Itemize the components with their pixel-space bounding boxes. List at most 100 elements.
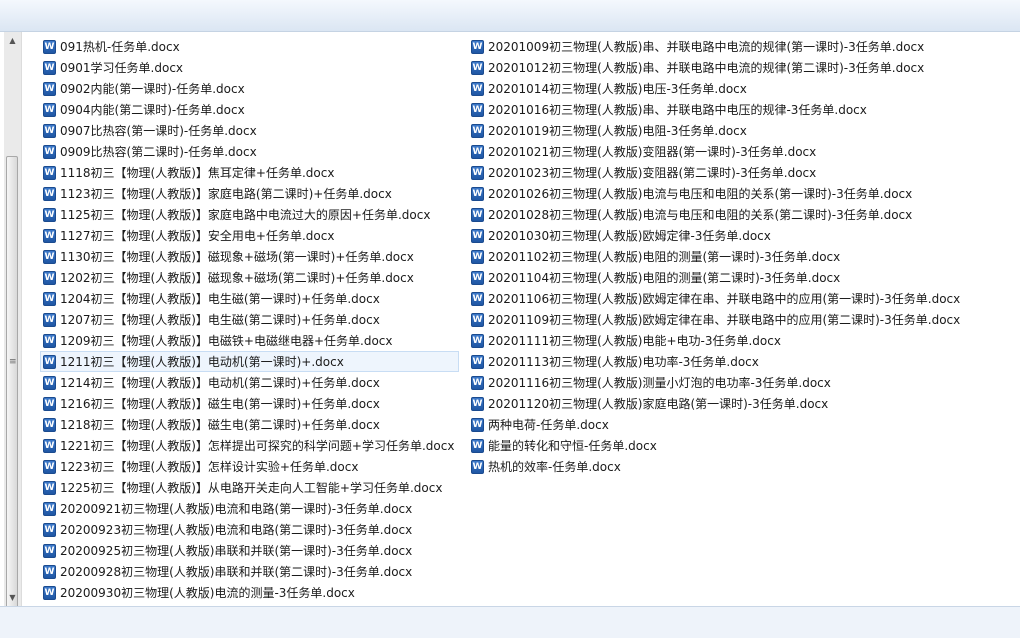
- file-item[interactable]: W 20201111初三物理(人教版)电能+电功-3任务单.docx: [468, 330, 965, 351]
- file-item[interactable]: W 1130初三【物理(人教版)】磁现象+磁场(第一课时)+任务单.docx: [40, 246, 459, 267]
- file-item[interactable]: W 能量的转化和守恒-任务单.docx: [468, 435, 965, 456]
- file-item[interactable]: W 1207初三【物理(人教版)】电生磁(第二课时)+任务单.docx: [40, 309, 459, 330]
- file-item[interactable]: W 091热机-任务单.docx: [40, 36, 459, 57]
- word-document-icon: W: [471, 312, 484, 327]
- file-name: 0904内能(第二课时)-任务单.docx: [60, 103, 245, 117]
- file-item[interactable]: W 20201028初三物理(人教版)电流与电压和电阻的关系(第二课时)-3任务单…: [468, 204, 965, 225]
- file-name: 1221初三【物理(人教版)】怎样提出可探究的科学问题+学习任务单.docx: [60, 439, 455, 453]
- file-item[interactable]: W 20200925初三物理(人教版)串联和并联(第一课时)-3任务单.docx: [40, 540, 459, 561]
- word-document-icon: W: [471, 123, 484, 138]
- file-item[interactable]: W 20201021初三物理(人教版)变阻器(第一课时)-3任务单.docx: [468, 141, 965, 162]
- word-document-icon: W: [43, 522, 56, 537]
- file-item[interactable]: W 1123初三【物理(人教版)】家庭电路(第二课时)+任务单.docx: [40, 183, 459, 204]
- vertical-scrollbar[interactable]: ▲ ≡ ▼: [4, 32, 22, 616]
- scroll-up-icon[interactable]: ▲: [4, 32, 21, 49]
- file-name: 0901学习任务单.docx: [60, 61, 184, 75]
- file-name: 20201109初三物理(人教版)欧姆定律在串、并联电路中的应用(第二课时)-3…: [488, 313, 961, 327]
- file-item[interactable]: W 1216初三【物理(人教版)】磁生电(第一课时)+任务单.docx: [40, 393, 459, 414]
- file-name: 1202初三【物理(人教版)】磁现象+磁场(第二课时)+任务单.docx: [60, 271, 414, 285]
- file-item[interactable]: W 0902内能(第一课时)-任务单.docx: [40, 78, 459, 99]
- word-document-icon: W: [43, 60, 56, 75]
- word-document-icon: W: [43, 312, 56, 327]
- file-item[interactable]: W 1204初三【物理(人教版)】电生磁(第一课时)+任务单.docx: [40, 288, 459, 309]
- file-name: 0909比热容(第二课时)-任务单.docx: [60, 145, 257, 159]
- file-item[interactable]: W 20200923初三物理(人教版)电流和电路(第二课时)-3任务单.docx: [40, 519, 459, 540]
- file-item[interactable]: W 0904内能(第二课时)-任务单.docx: [40, 99, 459, 120]
- file-item[interactable]: W 20201102初三物理(人教版)电阻的测量(第一课时)-3任务单.docx: [468, 246, 965, 267]
- file-item[interactable]: W 0901学习任务单.docx: [40, 57, 459, 78]
- file-item[interactable]: W 20201030初三物理(人教版)欧姆定律-3任务单.docx: [468, 225, 965, 246]
- file-item[interactable]: W 20201014初三物理(人教版)电压-3任务单.docx: [468, 78, 965, 99]
- file-item[interactable]: W 两种电荷-任务单.docx: [468, 414, 965, 435]
- file-item[interactable]: W 1202初三【物理(人教版)】磁现象+磁场(第二课时)+任务单.docx: [40, 267, 459, 288]
- file-name: 20201026初三物理(人教版)电流与电压和电阻的关系(第一课时)-3任务单.…: [488, 187, 913, 201]
- scroll-down-icon[interactable]: ▼: [4, 589, 21, 606]
- file-name: 两种电荷-任务单.docx: [488, 418, 609, 432]
- word-document-icon: W: [43, 354, 56, 369]
- file-item[interactable]: W 20201109初三物理(人教版)欧姆定律在串、并联电路中的应用(第二课时)-…: [468, 309, 965, 330]
- file-item[interactable]: W 1225初三【物理(人教版)】从电路开关走向人工智能+学习任务单.docx: [40, 477, 459, 498]
- file-name: 1209初三【物理(人教版)】电磁铁+电磁继电器+任务单.docx: [60, 334, 393, 348]
- file-item[interactable]: W 1118初三【物理(人教版)】焦耳定律+任务单.docx: [40, 162, 459, 183]
- scrollbar-thumb[interactable]: ≡: [6, 156, 18, 616]
- file-name: 1123初三【物理(人教版)】家庭电路(第二课时)+任务单.docx: [60, 187, 392, 201]
- file-name: 20200921初三物理(人教版)电流和电路(第一课时)-3任务单.docx: [60, 502, 413, 516]
- word-document-icon: W: [43, 417, 56, 432]
- word-document-icon: W: [43, 459, 56, 474]
- file-name: 20200930初三物理(人教版)电流的测量-3任务单.docx: [60, 586, 355, 600]
- word-document-icon: W: [471, 165, 484, 180]
- file-name: 1218初三【物理(人教版)】磁生电(第二课时)+任务单.docx: [60, 418, 380, 432]
- file-item[interactable]: W 20201009初三物理(人教版)串、并联电路中电流的规律(第一课时)-3任务…: [468, 36, 965, 57]
- file-name: 1204初三【物理(人教版)】电生磁(第一课时)+任务单.docx: [60, 292, 380, 306]
- word-document-icon: W: [43, 186, 56, 201]
- file-name: 1207初三【物理(人教版)】电生磁(第二课时)+任务单.docx: [60, 313, 380, 327]
- word-document-icon: W: [43, 501, 56, 516]
- file-item[interactable]: W 1223初三【物理(人教版)】怎样设计实验+任务单.docx: [40, 456, 459, 477]
- word-document-icon: W: [471, 81, 484, 96]
- file-item[interactable]: W 1221初三【物理(人教版)】怎样提出可探究的科学问题+学习任务单.docx: [40, 435, 459, 456]
- word-document-icon: W: [43, 123, 56, 138]
- file-item[interactable]: W 0907比热容(第一课时)-任务单.docx: [40, 120, 459, 141]
- file-item[interactable]: W 20200930初三物理(人教版)电流的测量-3任务单.docx: [40, 582, 459, 603]
- file-name: 1211初三【物理(人教版)】电动机(第一课时)+.docx: [60, 355, 344, 369]
- file-item[interactable]: W 20201019初三物理(人教版)电阻-3任务单.docx: [468, 120, 965, 141]
- file-item[interactable]: W 20201023初三物理(人教版)变阻器(第二课时)-3任务单.docx: [468, 162, 965, 183]
- word-document-icon: W: [471, 228, 484, 243]
- file-name: 20201111初三物理(人教版)电能+电功-3任务单.docx: [488, 334, 781, 348]
- file-item[interactable]: W 20201016初三物理(人教版)串、并联电路中电压的规律-3任务单.docx: [468, 99, 965, 120]
- word-document-icon: W: [43, 228, 56, 243]
- file-item[interactable]: W 20201104初三物理(人教版)电阻的测量(第二课时)-3任务单.docx: [468, 267, 965, 288]
- word-document-icon: W: [43, 39, 56, 54]
- file-item[interactable]: W 1209初三【物理(人教版)】电磁铁+电磁继电器+任务单.docx: [40, 330, 459, 351]
- file-name: 1127初三【物理(人教版)】安全用电+任务单.docx: [60, 229, 335, 243]
- file-item[interactable]: W 1211初三【物理(人教版)】电动机(第一课时)+.docx: [40, 351, 460, 372]
- file-item[interactable]: W 20201120初三物理(人教版)家庭电路(第一课时)-3任务单.docx: [468, 393, 965, 414]
- file-name: 20201030初三物理(人教版)欧姆定律-3任务单.docx: [488, 229, 771, 243]
- file-item[interactable]: W 20200928初三物理(人教版)串联和并联(第二课时)-3任务单.docx: [40, 561, 459, 582]
- file-item[interactable]: W 1127初三【物理(人教版)】安全用电+任务单.docx: [40, 225, 459, 246]
- file-item[interactable]: W 1214初三【物理(人教版)】电动机(第二课时)+任务单.docx: [40, 372, 459, 393]
- word-document-icon: W: [471, 102, 484, 117]
- word-document-icon: W: [43, 480, 56, 495]
- file-item[interactable]: W 热机的效率-任务单.docx: [468, 456, 965, 477]
- file-item[interactable]: W 20201026初三物理(人教版)电流与电压和电阻的关系(第一课时)-3任务单…: [468, 183, 965, 204]
- file-item[interactable]: W 20201012初三物理(人教版)串、并联电路中电流的规律(第二课时)-3任务…: [468, 57, 965, 78]
- word-document-icon: W: [43, 333, 56, 348]
- file-name: 1216初三【物理(人教版)】磁生电(第一课时)+任务单.docx: [60, 397, 380, 411]
- word-document-icon: W: [43, 207, 56, 222]
- file-name: 热机的效率-任务单.docx: [488, 460, 621, 474]
- file-item[interactable]: W 20201106初三物理(人教版)欧姆定律在串、并联电路中的应用(第一课时)-…: [468, 288, 965, 309]
- file-item[interactable]: W 0909比热容(第二课时)-任务单.docx: [40, 141, 459, 162]
- window-toolbar: [0, 0, 1020, 32]
- word-document-icon: W: [43, 102, 56, 117]
- file-column-1: W 091热机-任务单.docx W 0901学习任务单.docx W 0902内能(第一…: [40, 36, 460, 603]
- file-item[interactable]: W 20201116初三物理(人教版)测量小灯泡的电功率-3任务单.docx: [468, 372, 965, 393]
- word-document-icon: W: [43, 249, 56, 264]
- file-item[interactable]: W 1218初三【物理(人教版)】磁生电(第二课时)+任务单.docx: [40, 414, 459, 435]
- file-column-2: W 20201009初三物理(人教版)串、并联电路中电流的规律(第一课时)-3任务…: [468, 36, 965, 477]
- file-item[interactable]: W 20201113初三物理(人教版)电功率-3任务单.docx: [468, 351, 965, 372]
- file-item[interactable]: W 20200921初三物理(人教版)电流和电路(第一课时)-3任务单.docx: [40, 498, 459, 519]
- file-name: 1118初三【物理(人教版)】焦耳定律+任务单.docx: [60, 166, 335, 180]
- word-document-icon: W: [43, 144, 56, 159]
- file-item[interactable]: W 1125初三【物理(人教版)】家庭电路中电流过大的原因+任务单.docx: [40, 204, 459, 225]
